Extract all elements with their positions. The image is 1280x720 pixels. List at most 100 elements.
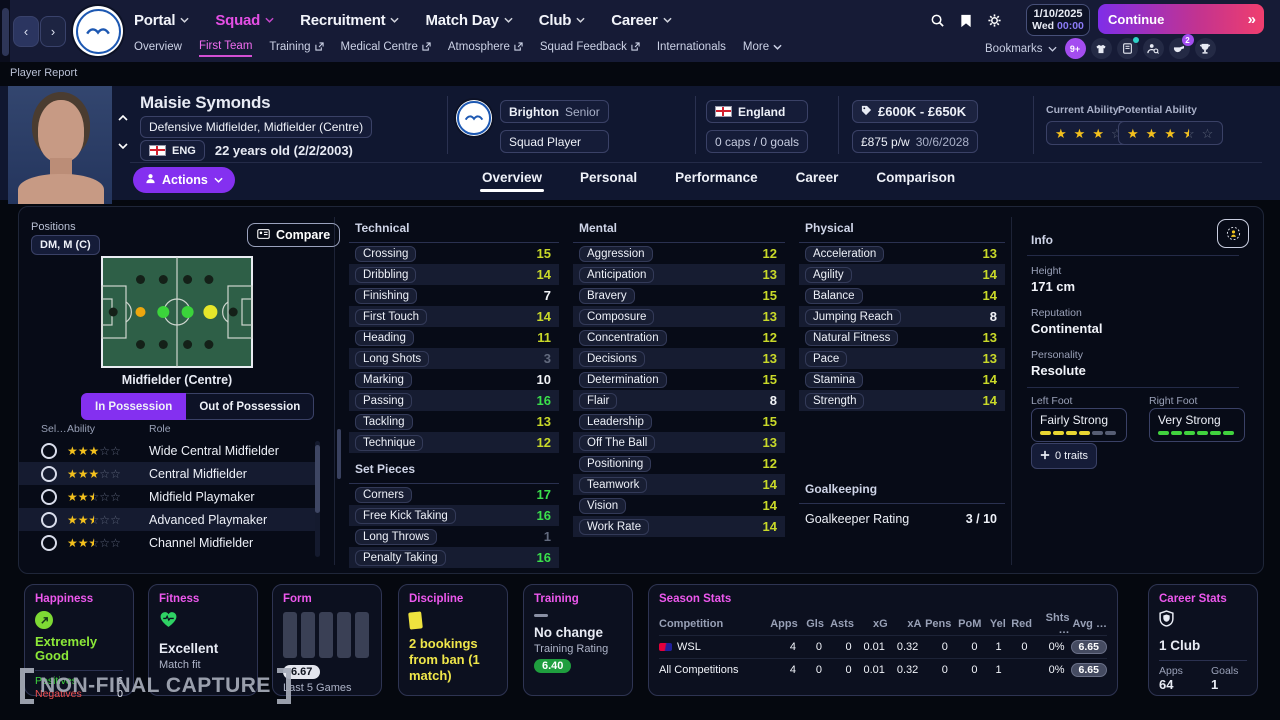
club-crest-logo[interactable] — [73, 6, 123, 56]
attribute-row-off-the-ball[interactable]: Off The Ball13 — [573, 432, 785, 453]
tab-career[interactable]: Career — [794, 164, 841, 194]
subnav-atmosphere[interactable]: Atmosphere — [448, 41, 523, 56]
chevron-up-icon[interactable] — [118, 108, 128, 126]
subnav-internationals[interactable]: Internationals — [657, 41, 726, 56]
nav-recruitment[interactable]: Recruitment — [300, 12, 399, 29]
discipline-card[interactable]: Discipline 2 bookings from ban (1 match) — [398, 584, 508, 696]
club-badge[interactable]: BrightonSenior — [500, 100, 609, 123]
pitch-position-map[interactable] — [101, 256, 253, 368]
role-select-radio[interactable] — [41, 466, 57, 482]
attribute-row-aggression[interactable]: Aggression12 — [573, 243, 785, 264]
trophy-icon[interactable] — [1195, 38, 1216, 59]
attribute-row-agility[interactable]: Agility14 — [799, 264, 1005, 285]
tab-performance[interactable]: Performance — [673, 164, 760, 194]
attribute-row-long-shots[interactable]: Long Shots3 — [349, 348, 559, 369]
report-card-icon[interactable] — [1117, 38, 1138, 59]
attribute-row-work-rate[interactable]: Work Rate14 — [573, 516, 785, 537]
season-stats-row[interactable]: All Competitions4000.010.320010%6.65 — [659, 658, 1107, 681]
chevron-down-icon[interactable] — [118, 136, 128, 154]
attribute-row-bravery[interactable]: Bravery15 — [573, 285, 785, 306]
attribute-row-balance[interactable]: Balance14 — [799, 285, 1005, 306]
attribute-row-pace[interactable]: Pace13 — [799, 348, 1005, 369]
bookmarks-dropdown[interactable]: Bookmarks — [985, 43, 1057, 55]
attribute-row-natural-fitness[interactable]: Natural Fitness13 — [799, 327, 1005, 348]
attribute-row-vision[interactable]: Vision14 — [573, 495, 785, 516]
attributes-scrollbar-thumb[interactable] — [337, 429, 341, 479]
attribute-row-jumping-reach[interactable]: Jumping Reach8 — [799, 306, 1005, 327]
nav-club[interactable]: Club — [539, 12, 586, 29]
role-select-radio[interactable] — [41, 535, 57, 551]
attribute-row-tackling[interactable]: Tackling13 — [349, 411, 559, 432]
player-photo[interactable] — [8, 86, 112, 204]
out-of-possession-toggle[interactable]: Out of Possession — [186, 393, 314, 420]
compare-button[interactable]: Compare — [247, 223, 340, 247]
role-list-scrollbar[interactable] — [315, 441, 320, 557]
forward-button[interactable]: › — [40, 16, 66, 47]
attribute-row-free-kick-taking[interactable]: Free Kick Taking16 — [349, 505, 559, 526]
role-row-advanced-playmaker[interactable]: ★★☆★☆☆Advanced Playmaker — [19, 508, 315, 531]
subnav-first-team[interactable]: First Team — [199, 40, 252, 57]
tab-comparison[interactable]: Comparison — [874, 164, 957, 194]
referee-whistle-icon[interactable]: 2 — [1169, 38, 1190, 59]
attribute-row-technique[interactable]: Technique12 — [349, 432, 559, 453]
search-icon[interactable] — [930, 13, 945, 33]
traits-button[interactable]: 0 traits — [1031, 443, 1097, 469]
role-row-channel-midfielder[interactable]: ★★☆★☆☆Channel Midfielder — [19, 531, 315, 554]
scrollbar-thumb[interactable] — [315, 445, 320, 513]
tab-overview[interactable]: Overview — [480, 164, 544, 194]
attribute-row-penalty-taking[interactable]: Penalty Taking16 — [349, 547, 559, 568]
subnav-medical-centre[interactable]: Medical Centre — [341, 41, 431, 56]
attribute-row-determination[interactable]: Determination15 — [573, 369, 785, 390]
season-stats-card[interactable]: Season Stats CompetitionAppsGlsAstsxGxAP… — [648, 584, 1118, 696]
value-badge[interactable]: £600K - £650K — [852, 100, 978, 123]
attribute-row-composure[interactable]: Composure13 — [573, 306, 785, 327]
career-stats-card[interactable]: Career Stats 1 Club Apps64 Goals1 — [1148, 584, 1258, 696]
nav-career[interactable]: Career — [611, 12, 671, 29]
attribute-row-leadership[interactable]: Leadership15 — [573, 411, 785, 432]
bookmark-icon[interactable] — [960, 14, 972, 33]
role-select-radio[interactable] — [41, 489, 57, 505]
nav-portal[interactable]: Portal — [134, 12, 189, 29]
attribute-row-first-touch[interactable]: First Touch14 — [349, 306, 559, 327]
attribute-row-strength[interactable]: Strength14 — [799, 390, 1005, 411]
attribute-analysis-button[interactable] — [1217, 219, 1249, 248]
subnav-squad-feedback[interactable]: Squad Feedback — [540, 41, 640, 56]
attribute-row-stamina[interactable]: Stamina14 — [799, 369, 1005, 390]
edge-scroll-thumb[interactable] — [2, 8, 9, 56]
attribute-row-acceleration[interactable]: Acceleration13 — [799, 243, 1005, 264]
attribute-row-flair[interactable]: Flair8 — [573, 390, 785, 411]
role-row-midfield-playmaker[interactable]: ★★☆★☆☆Midfield Playmaker — [19, 485, 315, 508]
nav-match-day[interactable]: Match Day — [425, 12, 512, 29]
attribute-row-corners[interactable]: Corners17 — [349, 484, 559, 505]
nav-squad[interactable]: Squad — [215, 12, 274, 29]
continue-button[interactable]: Continue » — [1098, 4, 1264, 34]
nation-badge[interactable]: England — [706, 100, 808, 123]
attribute-row-crossing[interactable]: Crossing15 — [349, 243, 559, 264]
attribute-row-teamwork[interactable]: Teamwork14 — [573, 474, 785, 495]
attribute-row-long-throws[interactable]: Long Throws1 — [349, 526, 559, 547]
attribute-row-finishing[interactable]: Finishing7 — [349, 285, 559, 306]
season-stats-row[interactable]: WSL4000.010.3200100%6.65 — [659, 635, 1107, 658]
tab-personal[interactable]: Personal — [578, 164, 639, 194]
attribute-row-concentration[interactable]: Concentration12 — [573, 327, 785, 348]
attribute-row-positioning[interactable]: Positioning12 — [573, 453, 785, 474]
subnav-training[interactable]: Training — [269, 41, 323, 56]
shirt-icon[interactable] — [1091, 38, 1112, 59]
attribute-row-passing[interactable]: Passing16 — [349, 390, 559, 411]
scouting-icon[interactable] — [1143, 38, 1164, 59]
attribute-row-dribbling[interactable]: Dribbling14 — [349, 264, 559, 285]
role-row-central-midfielder[interactable]: ★★★☆☆Central Midfielder — [19, 462, 315, 485]
back-button[interactable]: ‹ — [13, 16, 39, 47]
attribute-row-marking[interactable]: Marking10 — [349, 369, 559, 390]
in-possession-toggle[interactable]: In Possession — [81, 393, 186, 420]
training-card[interactable]: Training No change Training Rating 6.40 — [523, 584, 633, 696]
role-select-radio[interactable] — [41, 443, 57, 459]
attribute-row-anticipation[interactable]: Anticipation13 — [573, 264, 785, 285]
game-date[interactable]: 1/10/2025 Wed 00:00 — [1026, 4, 1090, 36]
role-select-radio[interactable] — [41, 512, 57, 528]
attribute-row-heading[interactable]: Heading11 — [349, 327, 559, 348]
actions-button[interactable]: Actions — [133, 167, 235, 193]
squad-status-badge[interactable]: Squad Player — [500, 130, 609, 153]
subnav-overview[interactable]: Overview — [134, 41, 182, 56]
attribute-row-decisions[interactable]: Decisions13 — [573, 348, 785, 369]
